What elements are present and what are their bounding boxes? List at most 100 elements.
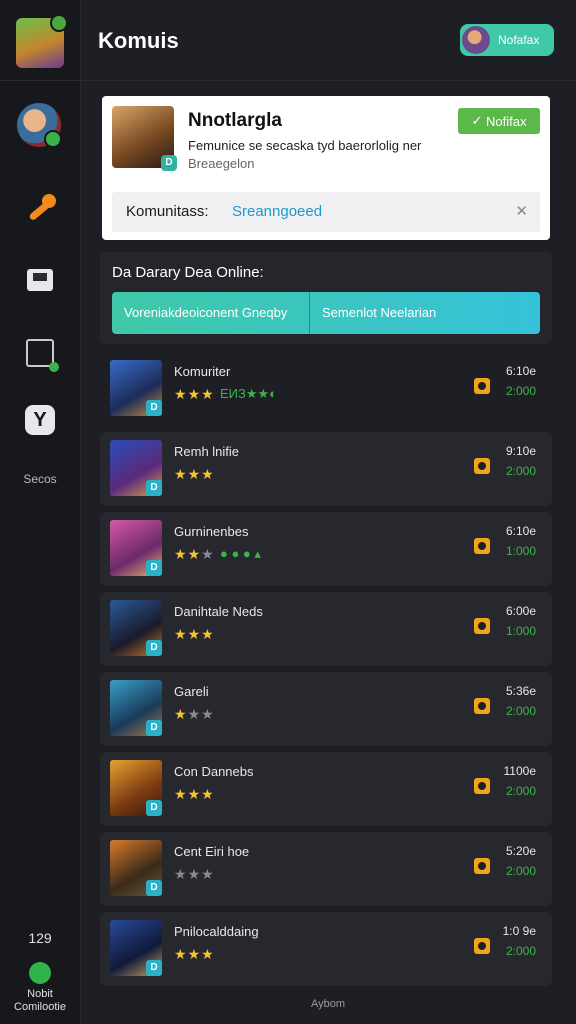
puzzle-icon[interactable] (22, 335, 59, 372)
tab-primary[interactable]: Voreniakdeoiconent Gneqby (112, 292, 310, 334)
game-count: 1:000 (505, 544, 536, 558)
game-row[interactable]: D Gurninenbes ★★★ ● ● ● ▴ 6:10e 1:000 (100, 512, 552, 586)
game-extra: ЕИЗ★★◐ (220, 386, 278, 401)
action-icon[interactable] (474, 698, 490, 714)
badge-icon: D (146, 560, 162, 576)
badge-icon: D (146, 800, 162, 816)
notif-label: Nofafax (498, 33, 540, 47)
game-icon: D (110, 920, 162, 976)
sidebar-footer[interactable]: Nobit Comilootie (0, 962, 80, 1014)
action-icon[interactable] (474, 938, 490, 954)
game-extra: ● ● ● ▴ (220, 546, 261, 561)
game-icon: D (110, 440, 162, 496)
featured-thumbnail: D (112, 106, 177, 171)
action-icon[interactable] (474, 458, 490, 474)
notify-label: Nofifax (486, 113, 527, 129)
game-meta: 6:00e (505, 604, 536, 618)
rating-stars: ★★★ (174, 946, 215, 962)
close-icon[interactable]: ✕ (515, 202, 528, 220)
community-value[interactable]: Sreanngoeed (232, 203, 322, 220)
app-logo[interactable] (16, 14, 68, 68)
action-icon[interactable] (474, 618, 490, 634)
badge-icon: D (146, 960, 162, 976)
featured-name: Nnotlargla (188, 110, 282, 131)
sidebar-divider (0, 80, 80, 81)
game-count: 2:000 (505, 944, 536, 958)
sidebar-count: 129 (28, 930, 52, 946)
game-row[interactable]: D Con Dannebs ★★★ 1100e 2:000 (100, 752, 552, 826)
game-name: Gareli (174, 684, 209, 699)
action-icon[interactable] (474, 538, 490, 554)
key-icon[interactable] (22, 190, 58, 226)
page-title: Komuis (98, 28, 179, 53)
notifications-button[interactable]: Nofafax (460, 24, 554, 56)
game-count: 1:000 (505, 624, 536, 638)
badge-icon: D (146, 400, 162, 416)
game-meta: 1:0 9e (502, 924, 536, 938)
game-name: Komuriter (174, 364, 231, 379)
badge-icon: D (146, 480, 162, 496)
badge-icon: D (146, 640, 162, 656)
game-row[interactable]: D Pnilocalddaing ★★★ 1:0 9e 2:000 (100, 912, 552, 986)
chat-icon[interactable] (29, 962, 51, 984)
game-name: Pnilocalddaing (174, 924, 259, 939)
game-name: Gurninenbes (174, 524, 249, 539)
game-name: Danihtale Neds (174, 604, 263, 619)
game-row[interactable]: D Gareli ★★★ 5:36e 2:000 (100, 672, 552, 746)
notif-avatar (462, 26, 490, 54)
badge-icon: D (146, 880, 162, 896)
game-name: Remh lnifie (174, 444, 240, 459)
rating-stars: ★★★ (174, 466, 215, 482)
game-name: Con Dannebs (174, 764, 254, 779)
community-label: Komunitass: (126, 203, 209, 220)
game-icon: D (110, 520, 162, 576)
game-row[interactable]: D Komuriter ★★★ ЕИЗ★★◐ 6:10e 2:000 (100, 352, 552, 426)
game-meta: 9:10e (505, 444, 536, 458)
section-title: Da Darary Dea Online: (112, 264, 264, 281)
rating-stars: ★★★ (174, 706, 215, 722)
rating-stars: ★★★ (174, 626, 215, 642)
game-row[interactable]: D Cent Eiri hoe ★★★ 5:20e 2:000 (100, 832, 552, 906)
action-icon[interactable] (474, 778, 490, 794)
user-avatar[interactable] (17, 103, 62, 148)
game-icon: D (110, 360, 162, 416)
game-icon: D (110, 680, 162, 736)
game-meta: 6:10e (505, 364, 536, 378)
rating-stars: ★★★ (174, 786, 215, 802)
featured-desc: Femunice se secaska tyd baerorlolig ner (188, 138, 422, 153)
game-count: 2:000 (505, 384, 536, 398)
featured-card[interactable]: D Nnotlargla Femunice se secaska tyd bae… (102, 96, 550, 240)
game-row[interactable]: D Remh lnifie ★★★ 9:10e 2:000 (100, 432, 552, 506)
rating-stars: ★★★ (174, 386, 215, 402)
community-row[interactable]: Komunitass: Sreanngoeed ✕ (112, 192, 540, 232)
badge-icon: D (161, 155, 177, 171)
rating-stars: ★★★ (174, 546, 215, 562)
sidebar: Y Secos 129 Nobit Comilootie (0, 0, 81, 1024)
game-icon: D (110, 760, 162, 816)
inbox-icon[interactable] (22, 262, 58, 298)
action-icon[interactable] (474, 378, 490, 394)
game-count: 2:000 (505, 464, 536, 478)
notify-button[interactable]: ✓ Nofifax (458, 108, 540, 134)
game-meta: 1100e (503, 764, 536, 778)
game-row[interactable]: D Danihtale Neds ★★★ 6:00e 1:000 (100, 592, 552, 666)
game-icon: D (110, 600, 162, 656)
bottom-label: Aybom (310, 998, 346, 1010)
game-meta: 6:10e (505, 524, 536, 538)
game-meta: 5:20e (505, 844, 536, 858)
game-count: 2:000 (505, 864, 536, 878)
logo-badge (50, 14, 68, 32)
badge-icon: D (146, 720, 162, 736)
footer-line2: Comilootie (14, 1001, 66, 1013)
game-count: 2:000 (505, 704, 536, 718)
sidebar-label-secs[interactable]: Secos (0, 472, 80, 486)
shield-icon[interactable]: Y (22, 402, 58, 438)
game-count: 2:000 (505, 784, 536, 798)
action-icon[interactable] (474, 858, 490, 874)
online-dot (44, 130, 62, 148)
game-icon: D (110, 840, 162, 896)
game-list: D Komuriter ★★★ ЕИЗ★★◐ 6:10e 2:000 D Remh lnifi… (100, 352, 552, 992)
game-meta: 5:36e (505, 684, 536, 698)
online-section: Da Darary Dea Online: Voreniakdeoiconent… (100, 252, 552, 344)
tab-secondary[interactable]: Semenlot Neelarian (322, 292, 436, 334)
